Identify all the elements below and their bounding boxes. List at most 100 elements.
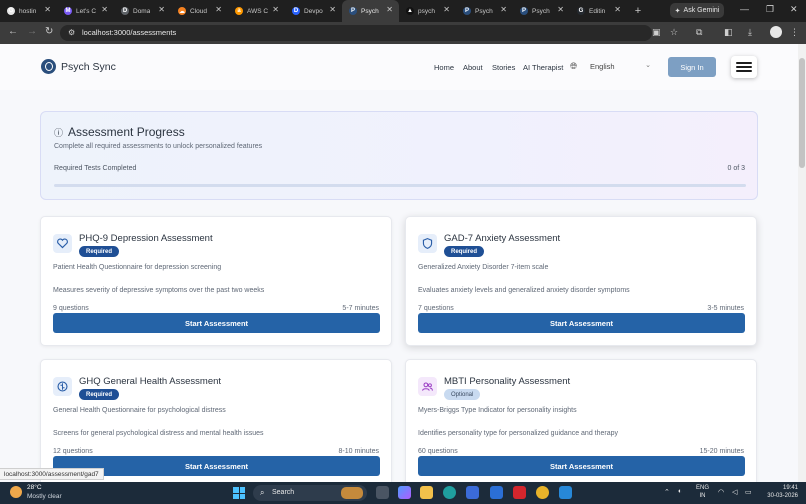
tab-close-icon[interactable]: ✕ — [215, 5, 222, 14]
back-icon[interactable]: ← — [8, 26, 18, 37]
assessment-title: GAD-7 Anxiety Assessment — [444, 233, 561, 244]
wifi-icon[interactable]: ◠ — [718, 488, 724, 496]
chrome-icon[interactable] — [536, 486, 549, 499]
reload-icon[interactable]: ↻ — [45, 26, 53, 37]
browser-tab[interactable]: P Psych ✕ — [342, 0, 399, 22]
new-tab-button[interactable]: + — [631, 5, 645, 17]
tab-close-icon[interactable]: ✕ — [272, 5, 279, 14]
taskbar-search[interactable]: ⌕ Search — [253, 485, 367, 501]
brand-logo-icon[interactable] — [41, 59, 56, 74]
weather-condition[interactable]: Mostly clear — [27, 493, 62, 500]
estimated-time: 3-5 minutes — [707, 305, 744, 312]
tab-close-icon[interactable]: ✕ — [500, 5, 507, 14]
weather-temperature[interactable]: 28°C — [27, 484, 42, 491]
volume-icon[interactable]: ◁ — [732, 488, 737, 496]
windows-taskbar: 28°C Mostly clear ⌕ Search ⌃ ◐ ENG IN ◠ … — [0, 482, 806, 504]
ask-gemini-label: Ask Gemini — [683, 7, 720, 14]
maximize-icon[interactable]: ❐ — [766, 4, 774, 15]
extensions-icon[interactable]: ⧉ — [696, 27, 702, 38]
nav-stories[interactable]: Stories — [492, 63, 515, 72]
start-assessment-button[interactable]: Start Assessment — [53, 313, 380, 333]
page-scrollbar[interactable] — [798, 44, 806, 482]
input-language-indicator[interactable]: ENG IN — [696, 484, 709, 500]
tab-close-icon[interactable]: ✕ — [101, 5, 108, 14]
browser-tab[interactable]: M Let's C ✕ — [57, 0, 114, 22]
battery-icon[interactable]: ▭ — [745, 488, 752, 496]
tab-favicon-icon: D — [121, 7, 129, 15]
tab-close-icon[interactable]: ✕ — [614, 5, 621, 14]
page-viewport: Psych Sync Home About Stories AI Therapi… — [0, 44, 798, 482]
app-icon[interactable] — [490, 486, 503, 499]
menu-icon-bar — [736, 66, 752, 68]
region-code: IN — [699, 493, 706, 499]
nav-ai-therapist[interactable]: AI Therapist — [523, 63, 563, 72]
brain-icon — [53, 377, 72, 396]
assessment-badge: Required — [79, 389, 120, 400]
start-assessment-button[interactable]: Start Assessment — [418, 456, 745, 476]
copilot-icon[interactable] — [398, 486, 411, 499]
hamburger-menu-button[interactable] — [731, 56, 757, 78]
address-bar[interactable]: ⚙ localhost:3000/assessments — [60, 25, 652, 41]
tab-close-icon[interactable]: ✕ — [443, 5, 450, 14]
browser-tab[interactable]: a AWS C ✕ — [228, 0, 285, 22]
downloads-icon[interactable]: ⤓ — [748, 27, 752, 38]
tray-expand-icon[interactable]: ⌃ — [664, 488, 670, 496]
profile-avatar[interactable] — [770, 26, 782, 38]
progress-title: Assessment Progress — [68, 125, 185, 139]
forward-icon[interactable]: → — [27, 26, 37, 37]
search-label: Search — [272, 489, 295, 496]
tab-label: Psych — [475, 7, 493, 15]
assessment-card: GHQ General Health Assessment Required Gen… — [40, 359, 392, 482]
brand-name[interactable]: Psych Sync — [61, 61, 116, 73]
nav-about[interactable]: About — [463, 63, 483, 72]
browser-tab[interactable]: ☁ Cloud ✕ — [171, 0, 228, 22]
bookmark-star-icon[interactable]: ☆ — [670, 27, 678, 38]
system-clock[interactable]: 19:41 30-03-2026 — [762, 484, 798, 500]
nav-home[interactable]: Home — [434, 63, 454, 72]
language-select[interactable]: English ⌄ — [585, 58, 659, 75]
site-info-icon[interactable]: ⚙ — [68, 28, 75, 37]
mcafee-icon[interactable] — [513, 486, 526, 499]
close-window-icon[interactable]: ✕ — [790, 4, 798, 15]
tab-label: psych — [418, 7, 435, 15]
task-view-icon[interactable] — [376, 486, 389, 499]
tab-close-icon[interactable]: ✕ — [158, 5, 165, 14]
store-icon[interactable] — [466, 486, 479, 499]
progress-label: Required Tests Completed — [54, 165, 137, 172]
tab-close-icon[interactable]: ✕ — [386, 5, 393, 14]
tab-close-icon[interactable]: ✕ — [44, 5, 51, 14]
minimize-icon[interactable]: — — [740, 4, 749, 14]
sign-in-button[interactable]: Sign In — [668, 57, 716, 77]
browser-tab[interactable]: G Editin ✕ — [570, 0, 627, 22]
assessment-detail: Identifies personality type for personal… — [418, 430, 619, 437]
assessment-badge: Optional — [444, 389, 481, 400]
start-windows-icon[interactable] — [233, 487, 245, 499]
edge-browser-icon[interactable] — [443, 486, 456, 499]
split-view-icon[interactable]: ◧ — [724, 27, 733, 38]
start-assessment-button[interactable]: Start Assessment — [418, 313, 745, 333]
tab-close-icon[interactable]: ✕ — [329, 5, 336, 14]
assessment-progress-panel: ⓘ Assessment Progress Complete all requi… — [40, 111, 758, 200]
ask-gemini-button[interactable]: ✦ Ask Gemini — [670, 3, 724, 18]
scrollbar-thumb[interactable] — [799, 58, 805, 168]
tab-label: Psych — [532, 7, 550, 15]
tab-favicon-icon: ▲ — [406, 7, 414, 15]
browser-tab[interactable]: ▲ psych ✕ — [399, 0, 456, 22]
assessment-badge: Required — [444, 246, 485, 257]
tab-label: hostin — [19, 7, 37, 15]
browser-tab[interactable]: P Psych ✕ — [513, 0, 570, 22]
tab-favicon-icon: P — [349, 7, 357, 15]
browser-toolbar: ← → ↻ ⚙ localhost:3000/assessments ▣ ☆ ⧉… — [0, 22, 806, 44]
browser-tab[interactable]: D Doma ✕ — [114, 0, 171, 22]
tray-app-icon[interactable]: ◐ — [678, 488, 682, 495]
browser-menu-icon[interactable]: ⋮ — [790, 27, 799, 38]
install-app-icon[interactable]: ▣ — [652, 27, 661, 38]
file-explorer-icon[interactable] — [420, 486, 433, 499]
browser-tab[interactable]: Ghostin ✕ — [0, 0, 57, 22]
vscode-icon[interactable] — [559, 486, 572, 499]
tab-close-icon[interactable]: ✕ — [557, 5, 564, 14]
weather-icon[interactable] — [10, 486, 22, 498]
tab-label: Editin — [589, 7, 606, 15]
browser-tab[interactable]: P Psych ✕ — [456, 0, 513, 22]
browser-tab[interactable]: D Devpo ✕ — [285, 0, 342, 22]
